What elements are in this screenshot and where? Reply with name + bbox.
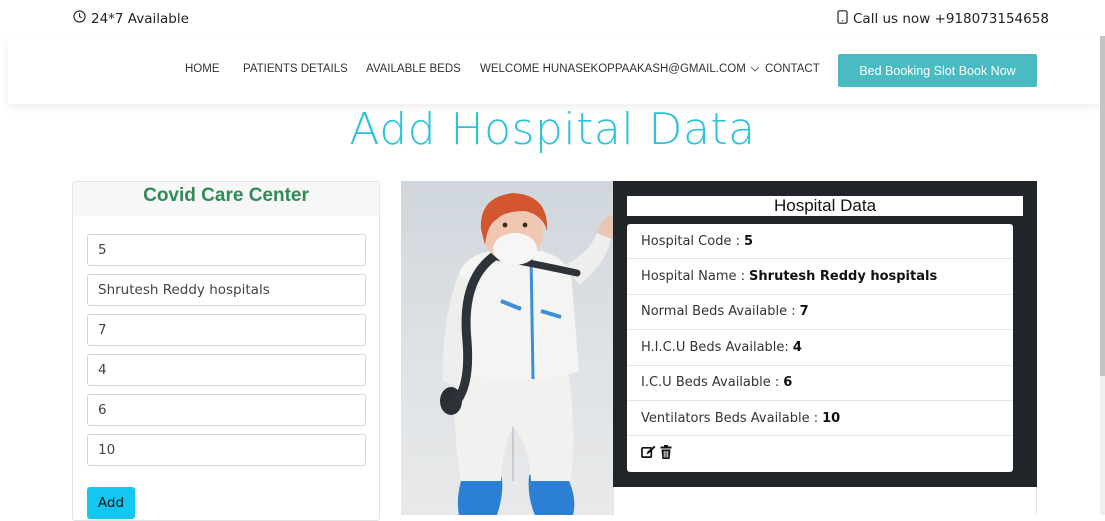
nav-contact[interactable]: CONTACT [765,63,820,75]
clock-icon [73,10,86,27]
availability-info: 24*7 Available [73,10,189,27]
hospital-name-field[interactable] [87,274,366,306]
doctor-figure-illustration [440,193,613,515]
normal-beds-label: Normal Beds Available : [641,304,796,320]
normal-beds-row: Normal Beds Available : 7 [627,295,1013,331]
nav-available-beds[interactable]: AVAILABLE BEDS [366,63,461,75]
hospital-code-label: Hospital Code : [641,233,740,249]
edit-icon[interactable] [641,445,656,463]
hospital-code-row: Hospital Code : 5 [627,224,1013,260]
scrollbar-thumb[interactable] [1100,36,1105,376]
availability-text: 24*7 Available [91,10,189,27]
icu-beds-field[interactable] [87,394,366,426]
ventilator-beds-field[interactable] [87,434,366,466]
page-title: Add Hospital Data [349,104,756,155]
nav-patients-details[interactable]: PATIENTS DETAILS [243,63,348,75]
ventilator-beds-value: 10 [822,410,841,426]
hicu-beds-label: H.I.C.U Beds Available: [641,339,789,355]
icu-beds-row: I.C.U Beds Available : 6 [627,366,1013,401]
hospital-name-row: Hospital Name : Shrutesh Reddy hospitals [627,259,1013,295]
main-navbar: HOME PATIENTS DETAILS AVAILABLE BEDS WEL… [8,36,1100,104]
ventilator-beds-row: Ventilators Beds Available : 10 [627,401,1013,437]
normal-beds-field[interactable] [87,314,366,346]
ventilator-beds-label: Ventilators Beds Available : [641,410,819,426]
hospital-name-label: Hospital Name : [641,269,746,285]
form-card-header: Covid Care Center [73,182,379,216]
hospital-form-card: Covid Care Center Add [72,181,380,521]
normal-beds-value: 7 [799,304,809,320]
hospital-data-panel: Hospital Data Hospital Code : 5 Hospital… [613,181,1037,487]
icu-beds-label: I.C.U Beds Available : [641,375,780,391]
icu-beds-value: 6 [783,375,793,391]
call-info[interactable]: Call us now +918073154658 [837,10,1049,28]
hicu-beds-row: H.I.C.U Beds Available: 4 [627,330,1013,366]
hospital-name-value: Shrutesh Reddy hospitals [749,269,938,285]
chevron-down-icon[interactable] [750,63,760,75]
hospital-data-list: Hospital Code : 5 Hospital Name : Shrute… [627,224,1013,472]
phone-icon [837,10,848,28]
top-info-bar: 24*7 Available Call us now +918073154658 [0,0,1105,36]
hospital-actions-row [627,436,1013,471]
doctor-figure-image [401,181,613,515]
hospital-code-value: 5 [743,233,754,249]
hospital-code-field[interactable] [87,234,366,266]
nav-welcome-dropdown[interactable]: WELCOME HUNASEKOPPAAKASH@GMAIL.COM [480,63,760,75]
nav-welcome-label[interactable]: WELCOME HUNASEKOPPAAKASH@GMAIL.COM [480,63,746,75]
call-text[interactable]: Call us now +918073154658 [853,11,1049,27]
hospital-data-title: Hospital Data [627,196,1023,216]
nav-home[interactable]: HOME [185,63,220,75]
hospital-panel-footer [613,487,1037,515]
bed-booking-button[interactable]: Bed Booking Slot Book Now [838,54,1037,87]
trash-icon[interactable] [660,445,672,463]
hicu-beds-field[interactable] [87,354,366,386]
hicu-beds-value: 4 [792,339,802,355]
add-button[interactable]: Add [87,487,135,519]
